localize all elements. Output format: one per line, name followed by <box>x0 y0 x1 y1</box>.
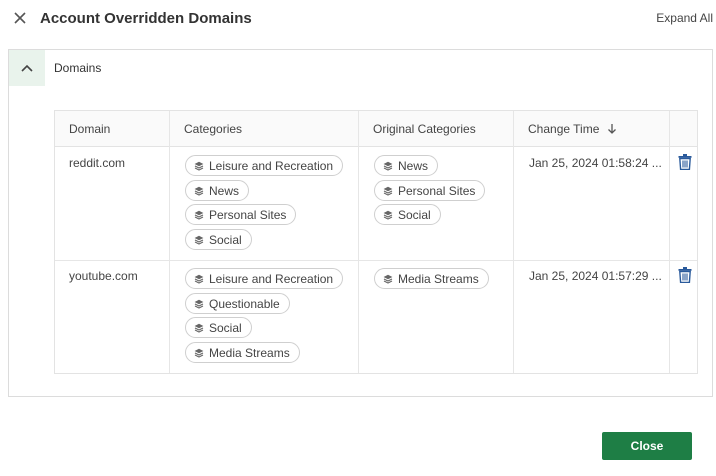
trash-icon[interactable] <box>678 267 692 283</box>
layers-icon <box>383 186 393 196</box>
chip-label: Social <box>398 207 431 222</box>
chip-label: News <box>209 183 240 198</box>
category-chip: Personal Sites <box>185 204 297 225</box>
panel-title: Domains <box>54 61 102 75</box>
layers-icon <box>194 235 204 245</box>
category-chip: Social <box>185 229 252 250</box>
trash-icon[interactable] <box>678 154 692 170</box>
close-button[interactable]: Close <box>602 432 692 460</box>
chip-label: Leisure and Recreation <box>209 271 334 286</box>
layers-icon <box>194 348 204 358</box>
category-chip: Social <box>185 317 252 338</box>
domain-cell: reddit.com <box>69 156 126 170</box>
category-chip: Leisure and Recreation <box>185 155 344 176</box>
change-time-cell: Jan 25, 2024 01:58:24 ... <box>529 156 662 170</box>
chip-label: Media Streams <box>209 345 290 360</box>
domains-table: Domain Categories Original Categories Ch… <box>54 110 698 374</box>
chip-label: Media Streams <box>398 271 479 286</box>
chevron-up-icon <box>21 64 33 72</box>
chip-label: Social <box>209 320 242 335</box>
chip-label: Personal Sites <box>398 183 476 198</box>
change-time-cell: Jan 25, 2024 01:57:29 ... <box>529 269 662 283</box>
layers-icon <box>194 323 204 333</box>
dialog-header: Account Overridden Domains Expand All <box>0 0 716 38</box>
original-category-chip: Media Streams <box>374 268 489 289</box>
chip-label: Social <box>209 232 242 247</box>
layers-icon <box>194 161 204 171</box>
close-icon[interactable] <box>12 10 28 26</box>
collapse-button[interactable] <box>9 50 45 86</box>
panel-header: Domains <box>9 50 712 86</box>
category-chip: Leisure and Recreation <box>185 268 344 289</box>
layers-icon <box>194 274 204 284</box>
layers-icon <box>194 299 204 309</box>
column-header-categories[interactable]: Categories <box>170 111 358 147</box>
chip-label: Questionable <box>209 296 280 311</box>
layers-icon <box>383 274 393 284</box>
column-header-domain[interactable]: Domain <box>55 111 169 147</box>
original-category-chip: Social <box>374 204 441 225</box>
original-category-chip: Personal Sites <box>374 180 486 201</box>
category-chip: Questionable <box>185 293 290 314</box>
layers-icon <box>194 210 204 220</box>
layers-icon <box>383 161 393 171</box>
chip-label: Leisure and Recreation <box>209 158 334 173</box>
domains-panel: Domains Domain Categories Original Categ… <box>8 49 713 397</box>
chip-label: Personal Sites <box>209 207 287 222</box>
layers-icon <box>194 186 204 196</box>
column-header-change-time[interactable]: Change Time <box>514 111 669 147</box>
category-chip: News <box>185 180 250 201</box>
chip-label: News <box>398 158 429 173</box>
table-header: Domain Categories Original Categories Ch… <box>55 111 697 147</box>
original-category-chip: News <box>374 155 439 176</box>
change-time-label: Change Time <box>528 122 600 136</box>
layers-icon <box>383 210 393 220</box>
category-chip: Media Streams <box>185 342 300 363</box>
domain-cell: youtube.com <box>69 269 138 283</box>
sort-down-icon <box>607 124 616 134</box>
column-header-original-categories[interactable]: Original Categories <box>359 111 513 147</box>
dialog-title: Account Overridden Domains <box>40 10 252 27</box>
expand-all-link[interactable]: Expand All <box>656 11 713 25</box>
